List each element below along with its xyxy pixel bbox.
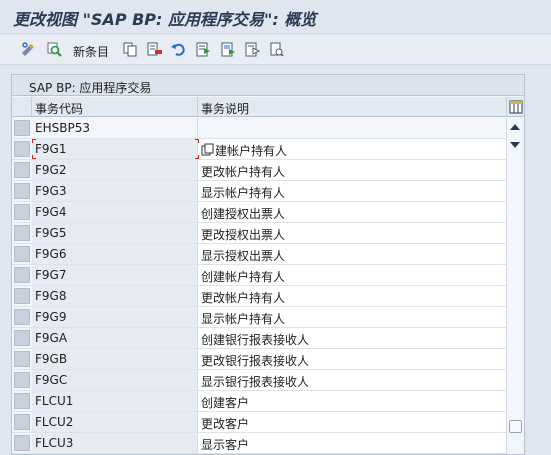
cell-description: 更改帐户持有人: [201, 165, 286, 179]
where-used-icon[interactable]: [46, 41, 63, 58]
focus-corner-tr: [195, 139, 199, 143]
table-body: EHSBP53 F9G1 建帐户持有人 F9G2 更改帐户持有人 F9G3 显示…: [12, 118, 506, 454]
row-selector[interactable]: [14, 330, 30, 346]
table-row[interactable]: F9GB 更改银行报表接收人: [12, 349, 506, 370]
cell-code: F9G2: [35, 163, 67, 177]
table-panel: SAP BP: 应用程序交易 事务代码 事务说明 EHSBP53 F9G1 建帐…: [11, 74, 525, 455]
cell-code: FLCU1: [35, 394, 74, 408]
scroll-down-icon[interactable]: [510, 142, 520, 148]
cell-description: 显示银行报表接收人: [201, 375, 310, 389]
row-selector[interactable]: [14, 288, 30, 304]
column-header-code[interactable]: 事务代码: [32, 97, 198, 117]
column-header-description-label: 事务说明: [201, 102, 250, 116]
row-selector[interactable]: [14, 162, 30, 178]
cell-description: 创建银行报表接收人: [201, 333, 310, 347]
vertical-scrollbar[interactable]: [506, 118, 524, 454]
cell-description: 显示授权出票人: [201, 249, 286, 263]
table-row[interactable]: F9G4 创建授权出票人: [12, 202, 506, 223]
focus-corner-tl: [32, 139, 36, 143]
cell-code: F9G7: [35, 268, 67, 282]
row-selector[interactable]: [14, 246, 30, 262]
page-title: 更改视图 "SAP BP: 应用程序交易": 概览: [13, 10, 317, 29]
cell-code: F9G4: [35, 205, 67, 219]
row-selector[interactable]: [14, 267, 30, 283]
row-selector[interactable]: [14, 225, 30, 241]
table-row[interactable]: F9G7 创建帐户持有人: [12, 265, 506, 286]
deselect-all-icon[interactable]: [244, 41, 261, 58]
cell-code: F9G1: [35, 142, 67, 156]
scroll-thumb[interactable]: [509, 420, 522, 433]
table-row[interactable]: F9GA 创建银行报表接收人: [12, 328, 506, 349]
cell-description: 显示客户: [201, 438, 250, 452]
undo-icon[interactable]: [170, 41, 187, 58]
cell-description: 创建授权出票人: [201, 207, 286, 221]
cell-code: F9GB: [35, 352, 68, 366]
table-row[interactable]: F9G2 更改帐户持有人: [12, 160, 506, 181]
cell-code: F9GC: [35, 373, 68, 387]
table-row[interactable]: FLCU1 创建客户: [12, 391, 506, 412]
cell-description: 更改帐户持有人: [201, 291, 286, 305]
cell-code: F9G3: [35, 184, 67, 198]
cell-code: F9GA: [35, 331, 68, 345]
column-settings-button[interactable]: [506, 97, 524, 117]
cell-code: F9G5: [35, 226, 67, 240]
cell-code: FLCU3: [35, 436, 74, 450]
table-row[interactable]: F9G8 更改帐户持有人: [12, 286, 506, 307]
row-selector[interactable]: [14, 120, 30, 136]
cell-code: F9G8: [35, 289, 67, 303]
column-header-description[interactable]: 事务说明: [198, 97, 506, 117]
cell-code: F9G6: [35, 247, 67, 261]
copy-icon[interactable]: [122, 41, 139, 58]
cell-description: 更改客户: [201, 417, 250, 431]
focus-corner-br: [195, 155, 199, 159]
column-header-code-label: 事务代码: [35, 102, 84, 116]
table-row[interactable]: F9G3 显示帐户持有人: [12, 181, 506, 202]
select-all-icon[interactable]: [195, 41, 212, 58]
cell-description: 创建客户: [201, 396, 250, 410]
table-row[interactable]: F9G5 更改授权出票人: [12, 223, 506, 244]
select-all-rows-cell[interactable]: [12, 97, 32, 117]
row-selector[interactable]: [14, 414, 30, 430]
panel-title: SAP BP: 应用程序交易: [29, 81, 152, 95]
cell-description: 显示帐户持有人: [201, 312, 286, 326]
cell-description: 创建帐户持有人: [201, 270, 286, 284]
row-selector[interactable]: [14, 183, 30, 199]
panel-title-bar: SAP BP: 应用程序交易: [12, 75, 524, 96]
row-selector[interactable]: [14, 204, 30, 220]
toolbar: 新条目: [0, 35, 551, 65]
row-selector[interactable]: [14, 309, 30, 325]
cell-code: FLCU2: [35, 415, 74, 429]
table-row[interactable]: F9GC 显示银行报表接收人: [12, 370, 506, 391]
delete-icon[interactable]: [146, 41, 163, 58]
cell-description: 建帐户持有人: [215, 144, 288, 158]
print-icon[interactable]: [268, 41, 285, 58]
cell-description: 更改授权出票人: [201, 228, 286, 242]
value-help-icon[interactable]: [201, 143, 214, 159]
cell-code: F9G9: [35, 310, 67, 324]
table-settings-icon: [509, 100, 522, 113]
table-row[interactable]: F9G6 显示授权出票人: [12, 244, 506, 265]
table-row[interactable]: F9G1 建帐户持有人: [12, 139, 506, 160]
row-selector[interactable]: [14, 141, 30, 157]
focus-corner-bl: [32, 155, 36, 159]
row-selector[interactable]: [14, 372, 30, 388]
select-block-icon[interactable]: [220, 41, 237, 58]
display-change-icon[interactable]: [20, 41, 37, 58]
scroll-up-icon[interactable]: [510, 124, 520, 130]
cell-description: 更改银行报表接收人: [201, 354, 310, 368]
row-selector[interactable]: [14, 351, 30, 367]
table-row[interactable]: EHSBP53: [12, 118, 506, 139]
cell-code: EHSBP53: [35, 121, 90, 135]
table-row[interactable]: FLCU3 显示客户: [12, 433, 506, 454]
row-selector[interactable]: [14, 435, 30, 451]
title-bar: 更改视图 "SAP BP: 应用程序交易": 概览: [0, 0, 551, 34]
table-header: 事务代码 事务说明: [12, 97, 506, 117]
new-entries-button[interactable]: 新条目: [73, 43, 109, 60]
row-selector[interactable]: [14, 393, 30, 409]
table-row[interactable]: F9G9 显示帐户持有人: [12, 307, 506, 328]
table-row[interactable]: FLCU2 更改客户: [12, 412, 506, 433]
cell-description: 显示帐户持有人: [201, 186, 286, 200]
